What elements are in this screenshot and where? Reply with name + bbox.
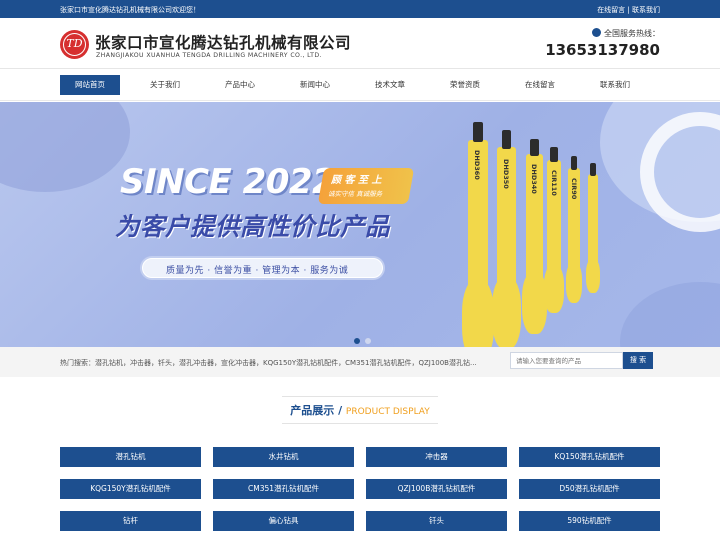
nav-item-home[interactable]: 网站首页	[60, 75, 120, 95]
category-button[interactable]: QZJ100B潜孔钻机配件	[366, 479, 507, 499]
category-button[interactable]: 590钻机配件	[519, 511, 660, 531]
category-button[interactable]: 水井钻机	[213, 447, 354, 467]
nav-item-news[interactable]: 新闻中心	[285, 75, 345, 95]
hot-search: 热门搜索：潜孔钻机，冲击器，钎头，潜孔冲击器，宣化冲击器，KQG150Y潜孔钻机…	[60, 358, 480, 368]
category-button[interactable]: KQG150Y潜孔钻机配件	[60, 479, 201, 499]
drill-shank	[571, 156, 577, 170]
top-link-message[interactable]: 在线留言	[597, 6, 625, 14]
category-button[interactable]: KQ150潜孔钻机配件	[519, 447, 660, 467]
banner-since-text: SINCE 2022	[120, 162, 336, 202]
hot-search-terms[interactable]: 潜孔钻机，冲击器，钎头，潜孔冲击器，宣化冲击器，KQG150Y潜孔钻机配件，CM…	[95, 359, 477, 367]
carousel-dots	[354, 329, 376, 348]
site-header: TD 张家口市宣化腾达钻孔机械有限公司 ZHANGJIAKOU XUANHUA …	[0, 18, 720, 69]
drill-shank	[550, 147, 558, 162]
nav-item-articles[interactable]: 技术文章	[360, 75, 420, 95]
category-button[interactable]: 钻杆	[60, 511, 201, 531]
drill-head	[492, 277, 521, 347]
company-english-name: ZHANGJIAKOU XUANHUA TENGDA DRILLING MACH…	[96, 52, 322, 59]
drill-head	[586, 259, 600, 293]
drill-shank	[590, 163, 596, 176]
banner-slogan: 为客户提供高性价比产品	[115, 212, 390, 241]
nav-item-contact[interactable]: 联系我们	[585, 75, 645, 95]
nav-item-honors[interactable]: 荣誉资质	[435, 75, 495, 95]
category-button[interactable]: CM351潜孔钻机配件	[213, 479, 354, 499]
carousel-dot-2[interactable]	[365, 338, 371, 344]
section-divider-top	[282, 396, 438, 397]
logo-text: TD	[63, 33, 86, 56]
drill-bit-image	[586, 163, 600, 293]
category-button[interactable]: 钎头	[366, 511, 507, 531]
category-button[interactable]: 潜孔钻机	[60, 447, 201, 467]
drill-bit-image: DHD360	[462, 122, 494, 347]
banner-badge-subtitle: 诚实守信 真诚服务	[328, 190, 383, 198]
hot-search-label: 热门搜索：	[60, 359, 95, 367]
drill-bit-image: CIR110	[544, 147, 564, 313]
drill-label: CIR110	[550, 170, 558, 196]
category-button[interactable]: 偏心钻具	[213, 511, 354, 531]
search-button[interactable]: 搜 索	[623, 352, 653, 369]
section-divider	[282, 423, 438, 424]
section-title: 产品展示 / PRODUCT DISPLAY	[0, 402, 720, 418]
welcome-text: 张家口市宣化腾达钻孔机械有限公司欢迎您！	[60, 6, 200, 14]
top-link-contact[interactable]: 联系我们	[632, 6, 660, 14]
search-input[interactable]	[510, 352, 623, 369]
top-bar: 张家口市宣化腾达钻孔机械有限公司欢迎您！ 在线留言 | 联系我们	[0, 0, 720, 18]
category-button[interactable]: 冲击器	[366, 447, 507, 467]
drill-bit-image: CIR90	[566, 156, 582, 303]
banner-decoration	[620, 282, 720, 347]
nav-item-about[interactable]: 关于我们	[135, 75, 195, 95]
section-title-cn: 产品展示	[290, 404, 335, 417]
drill-label: CIR90	[570, 178, 578, 200]
drill-label: DHD350	[502, 159, 510, 189]
banner-motto-text: 质量为先 · 信誉为重 · 管理为本 · 服务为诚	[166, 266, 349, 276]
drill-bit-image: DHD340	[522, 139, 547, 334]
category-button[interactable]: D50潜孔钻机配件	[519, 479, 660, 499]
company-logo[interactable]: TD	[60, 30, 89, 59]
drill-head	[544, 265, 564, 313]
drill-head	[566, 263, 582, 303]
hotline-label-text: 全国服务热线：	[604, 29, 660, 38]
drill-label: DHD340	[530, 164, 538, 194]
carousel-dot-1[interactable]	[354, 338, 360, 344]
hotline-number: 13653137980	[545, 41, 660, 59]
drill-shank	[530, 139, 539, 156]
banner-decoration	[0, 102, 130, 192]
nav-item-products[interactable]: 产品中心	[210, 75, 270, 95]
drill-head	[462, 280, 494, 347]
company-name: 张家口市宣化腾达钻孔机械有限公司	[95, 34, 352, 52]
drill-shank	[502, 130, 511, 149]
main-nav: 网站首页 关于我们 产品中心 新闻中心 技术文章 荣誉资质 在线留言 联系我们	[0, 70, 720, 101]
drill-bit-image: DHD350	[492, 130, 521, 347]
drill-label: DHD360	[473, 150, 481, 180]
nav-item-message[interactable]: 在线留言	[510, 75, 570, 95]
top-links: 在线留言 | 联系我们	[597, 5, 660, 15]
hotline-label: 全国服务热线：	[592, 28, 660, 39]
phone-icon	[592, 28, 601, 37]
section-title-slash: /	[334, 404, 346, 417]
section-title-en: PRODUCT DISPLAY	[345, 407, 430, 417]
banner-badge-title: 顾 客 至 上	[331, 175, 382, 186]
top-link-separator: |	[625, 6, 632, 14]
drill-shank	[473, 122, 483, 142]
